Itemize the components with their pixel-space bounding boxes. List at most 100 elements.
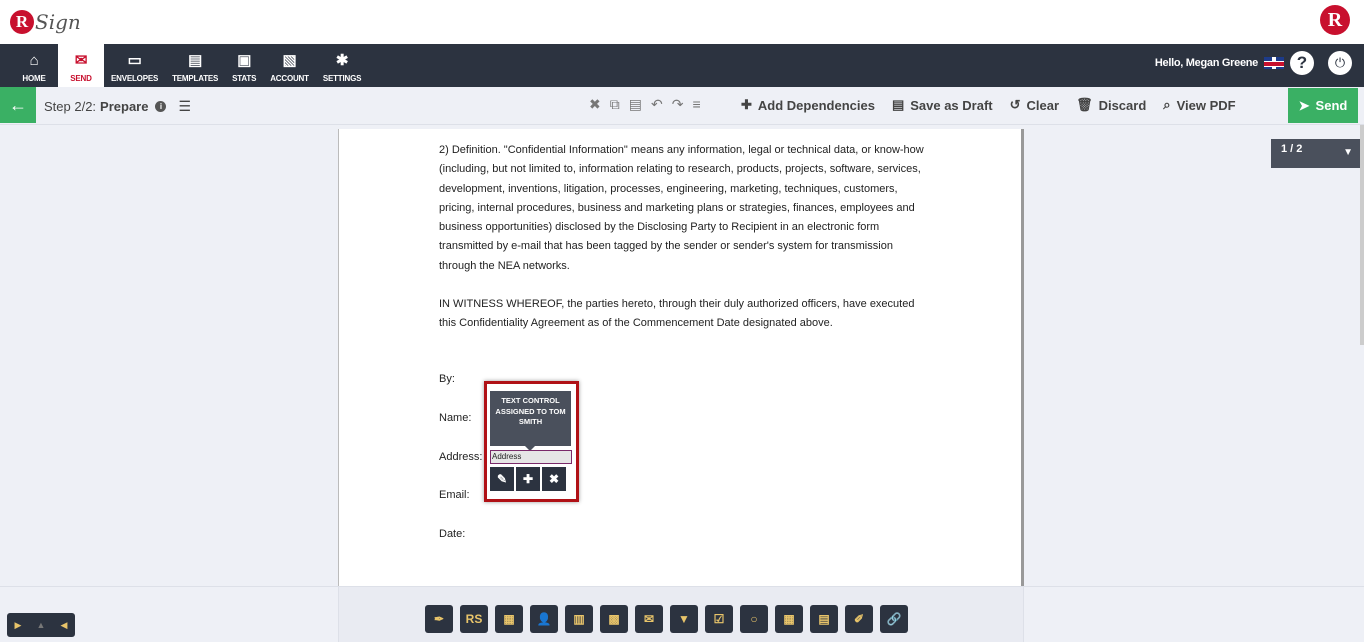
initials-control-icon[interactable]: RS xyxy=(460,605,488,633)
info-icon[interactable]: i xyxy=(155,101,167,112)
briefcase-icon: ▣ xyxy=(237,52,252,69)
discard-label: Discard xyxy=(1098,97,1147,113)
uk-flag-icon[interactable] xyxy=(1264,57,1284,69)
page-number: 1 / 2 xyxy=(1281,143,1303,155)
edit-tools: ✖ ⧉ ▤ ↶ ↷ ≡ xyxy=(589,96,701,113)
clear-button[interactable]: ↺ Clear xyxy=(1010,97,1059,113)
stamp-control-icon[interactable]: ▦ xyxy=(495,605,523,633)
page-selector[interactable]: 1 / 2 ▼ xyxy=(1271,139,1361,168)
document-page[interactable]: 2) Definition. "Confidential Information… xyxy=(338,129,1024,586)
label-control-icon[interactable]: ✐ xyxy=(845,605,873,633)
company-control-icon[interactable]: ▩ xyxy=(600,605,628,633)
brand-icon: R xyxy=(1320,5,1350,35)
by-label: By: xyxy=(439,373,455,385)
gear-icon: ✱ xyxy=(335,52,349,69)
puzzle-icon: ✚ xyxy=(741,97,752,112)
nav-templates[interactable]: ▤ TEMPLATES xyxy=(165,44,225,87)
envelope-icon: ✉ xyxy=(74,52,88,69)
dependency-control-button[interactable]: ✚ xyxy=(516,467,540,491)
nav-send-label: SEND xyxy=(70,74,92,83)
signature-control-icon[interactable]: ✒ xyxy=(425,605,453,633)
witness-paragraph: IN WITNESS WHEREOF, the parties hereto, … xyxy=(439,298,915,330)
add-dependencies-button[interactable]: ✚ Add Dependencies xyxy=(741,97,875,113)
address-label: Address: xyxy=(439,451,483,463)
play-left-icon[interactable]: ◀ xyxy=(61,620,68,631)
file-icon: ▤ xyxy=(891,97,905,112)
clear-label: Clear xyxy=(1026,97,1060,113)
email-control-icon[interactable]: ✉ xyxy=(635,605,663,633)
templates-icon: ▤ xyxy=(188,52,203,69)
edit-control-button[interactable]: ✎ xyxy=(490,467,514,491)
delete-icon[interactable]: ✖ xyxy=(589,96,601,113)
radio-control-icon[interactable]: ○ xyxy=(740,605,768,633)
address-text-control[interactable]: Address xyxy=(490,450,572,464)
align-icon[interactable]: ≡ xyxy=(692,96,700,113)
nav-account[interactable]: ▧ ACCOUNT xyxy=(263,44,316,87)
nav-envelopes[interactable]: ▭ ENVELOPES xyxy=(104,44,165,87)
trash-icon: 🗑 xyxy=(1076,97,1093,112)
step-name: Prepare xyxy=(100,99,149,114)
logo-letter: R xyxy=(10,10,34,34)
dropdown-control-icon[interactable]: ▼ xyxy=(670,605,698,633)
nav-stats[interactable]: ▣ STATS xyxy=(225,44,263,87)
delete-control-button[interactable]: ✖ xyxy=(542,467,566,491)
nav-home[interactable]: ⌂ HOME xyxy=(10,44,58,87)
control-actions: ✎ ✚ ✖ xyxy=(490,467,566,491)
checkbox-control-icon[interactable]: ☑ xyxy=(705,605,733,633)
inbox-icon: ▭ xyxy=(127,52,142,69)
redo-icon[interactable]: ↷ xyxy=(672,96,684,113)
name-label: Name: xyxy=(439,412,472,424)
play-right-icon[interactable]: ▶ xyxy=(15,620,22,631)
nav-settings[interactable]: ✱ SETTINGS xyxy=(316,44,368,87)
rsign-logo[interactable]: R Sign xyxy=(10,5,81,39)
main-nav: ⌂ HOME ✉ SEND ▭ ENVELOPES ▤ TEMPLATES ▣ … xyxy=(0,44,1364,87)
save-draft-button[interactable]: ▤ Save as Draft xyxy=(892,97,993,113)
help-button[interactable]: ? xyxy=(1290,51,1314,75)
back-button[interactable]: ← xyxy=(0,87,36,123)
nav-stats-label: STATS xyxy=(232,74,257,83)
email-label: Email: xyxy=(439,489,470,501)
brand-bar: R Sign R xyxy=(0,0,1364,44)
nav-home-label: HOME xyxy=(22,74,46,83)
view-pdf-button[interactable]: ⌕ View PDF xyxy=(1163,97,1235,113)
reset-icon: ↺ xyxy=(1009,97,1021,112)
save-draft-label: Save as Draft xyxy=(910,97,993,113)
logo-text: Sign xyxy=(35,10,81,34)
nav-envelopes-label: ENVELOPES xyxy=(111,74,159,83)
toolbar-actions: ✚ Add Dependencies ▤ Save as Draft ↺ Cle… xyxy=(741,87,1253,123)
nav-account-label: ACCOUNT xyxy=(270,74,309,83)
step-indicator: Step 2/2: Prepare i ☰ xyxy=(44,98,191,115)
definition-paragraph: 2) Definition. "Confidential Information… xyxy=(439,144,924,272)
send-button[interactable]: ➤ Send xyxy=(1288,88,1358,123)
control-palette: ✒ RS ▦ 👤 ▥ ▩ ✉ ▼ ☑ ○ ▦ ▤ ✐ 🔗 xyxy=(425,605,908,633)
undo-icon[interactable]: ↶ xyxy=(651,96,663,113)
prepare-toolbar: ← Step 2/2: Prepare i ☰ ✖ ⧉ ▤ ↶ ↷ ≡ ✚ Ad… xyxy=(0,87,1364,125)
home-icon: ⌂ xyxy=(29,52,39,69)
logout-button[interactable]: ⏻ xyxy=(1328,51,1352,75)
view-pdf-label: View PDF xyxy=(1176,97,1236,113)
search-icon: ⌕ xyxy=(1163,97,1171,112)
control-tooltip: TEXT CONTROL ASSIGNED TO TOM SMITH xyxy=(490,391,571,451)
document-body: 2) Definition. "Confidential Information… xyxy=(439,141,929,353)
mini-navigator[interactable]: ▶ ▲ ◀ xyxy=(7,613,75,637)
send-label: Send xyxy=(1315,98,1348,113)
up-icon[interactable]: ▲ xyxy=(37,620,46,630)
hyperlink-control-icon[interactable]: 🔗 xyxy=(880,605,908,633)
discard-button[interactable]: 🗑 Discard xyxy=(1076,97,1146,113)
account-icon: ▧ xyxy=(282,52,297,69)
step-prefix: Step 2/2: xyxy=(44,99,97,114)
nav-templates-label: TEMPLATES xyxy=(172,74,219,83)
paste-icon[interactable]: ▤ xyxy=(629,96,642,113)
text-control-icon[interactable]: ▤ xyxy=(810,605,838,633)
text-control-popup[interactable]: TEXT CONTROL ASSIGNED TO TOM SMITH Addre… xyxy=(484,381,579,502)
list-icon[interactable]: ☰ xyxy=(178,98,191,115)
date-label: Date: xyxy=(439,528,466,540)
page-scrollbar[interactable] xyxy=(1360,125,1364,345)
date-control-icon[interactable]: ▦ xyxy=(775,605,803,633)
nav-send[interactable]: ✉ SEND xyxy=(58,44,104,87)
caret-down-icon: ▼ xyxy=(1343,147,1353,158)
copy-icon[interactable]: ⧉ xyxy=(610,96,620,113)
name-control-icon[interactable]: 👤 xyxy=(530,605,558,633)
title-control-icon[interactable]: ▥ xyxy=(565,605,593,633)
nav-settings-label: SETTINGS xyxy=(322,74,362,83)
